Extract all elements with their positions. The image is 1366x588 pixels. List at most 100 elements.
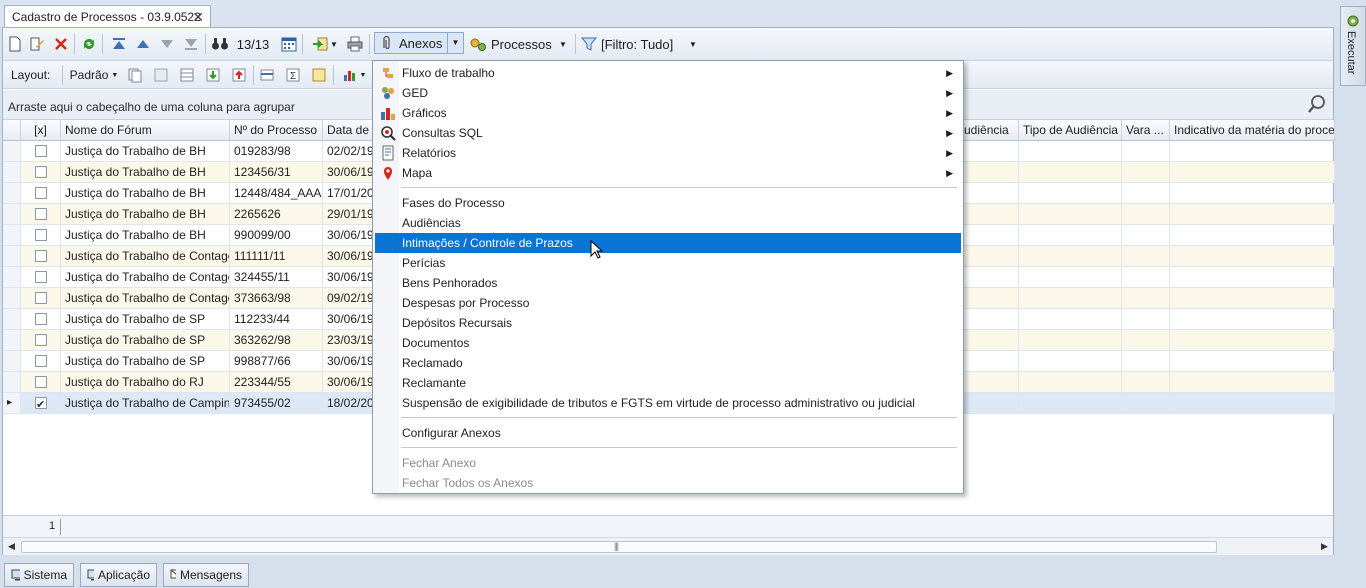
cell-empty[interactable] [1019,267,1122,288]
row-checkbox[interactable] [35,355,47,367]
menu-item[interactable]: Reclamante [375,373,961,393]
close-icon[interactable]: ✕ [192,9,204,26]
menu-item-ged[interactable]: GED ▶ [375,83,961,103]
cell-empty[interactable] [1170,141,1335,162]
menu-item[interactable]: Reclamado [375,353,961,373]
row-checkbox[interactable] [35,292,47,304]
cell-empty[interactable] [1170,372,1335,393]
processos-dropdown-caret-icon[interactable]: ▼ [559,40,567,49]
cell-empty[interactable] [960,393,1019,414]
row-indicator[interactable] [3,309,21,330]
cell-processo[interactable]: 373663/98 [230,288,323,309]
cell-empty[interactable] [1170,246,1335,267]
cell-empty[interactable] [1122,330,1170,351]
print-button[interactable] [345,33,365,55]
row-checkbox[interactable] [35,313,47,325]
cell-processo[interactable]: 363262/98 [230,330,323,351]
horizontal-scrollbar[interactable]: ◀ ||| ▶ [3,537,1333,555]
export-button[interactable]: ▼ [307,33,343,55]
new-button[interactable] [6,33,24,55]
menu-item[interactable]: Audiências [375,213,961,233]
cell-empty[interactable] [1170,267,1335,288]
row-indicator[interactable] [3,204,21,225]
cell-empty[interactable] [960,183,1019,204]
cell-processo[interactable]: 990099/00 [230,225,323,246]
grid-header-processo[interactable]: Nº do Processo [230,120,323,141]
cell-empty[interactable] [1122,246,1170,267]
cell-forum[interactable]: Justiça do Trabalho de Contagem [61,267,230,288]
grid-header-tipo-audiencia[interactable]: Tipo de Audiência [1019,120,1122,141]
grid-header-vara[interactable]: Vara ... [1122,120,1170,141]
cell-forum[interactable]: Justiça do Trabalho de Contagem [61,246,230,267]
cell-processo[interactable]: 123456/31 [230,162,323,183]
highlight-button[interactable] [309,64,329,86]
row-checkbox[interactable] [35,166,47,178]
previous-record-button[interactable] [133,33,153,55]
cell-empty[interactable] [1122,372,1170,393]
row-indicator[interactable] [3,183,21,204]
cell-empty[interactable] [1122,288,1170,309]
grid-header-audiencia[interactable]: udiência [960,120,1019,141]
cell-forum[interactable]: Justiça do Trabalho de SP [61,309,230,330]
delete-button[interactable] [51,33,71,55]
cell-empty[interactable] [1019,393,1122,414]
cell-forum[interactable]: Justiça do Trabalho do RJ [61,372,230,393]
cell-processo[interactable]: 111111/11 [230,246,323,267]
mensagens-task-button[interactable]: Mensagens [163,563,249,587]
cell-empty[interactable] [1170,162,1335,183]
layout-import-button[interactable] [203,64,223,86]
cell-empty[interactable] [960,267,1019,288]
chart-button[interactable]: ▼ [339,64,369,86]
column-chooser-button[interactable] [257,64,277,86]
cell-processo[interactable]: 2265626 [230,204,323,225]
cell-forum[interactable]: Justiça do Trabalho de BH [61,204,230,225]
cell-empty[interactable] [1019,351,1122,372]
cell-empty[interactable] [1122,225,1170,246]
cell-empty[interactable] [1170,393,1335,414]
cell-empty[interactable] [1019,162,1122,183]
cell-empty[interactable] [960,330,1019,351]
row-indicator[interactable] [3,372,21,393]
cell-processo[interactable]: 998877/66 [230,351,323,372]
filter-button[interactable]: [Filtro: Tudo] ▼ [581,33,701,55]
menu-item-fluxo[interactable]: Fluxo de trabalho ▶ [375,63,961,83]
cell-forum[interactable]: Justiça do Trabalho de Contagem [61,288,230,309]
menu-item[interactable]: Fases do Processo [375,193,961,213]
cell-empty[interactable] [1170,288,1335,309]
cell-empty[interactable] [1122,204,1170,225]
cell-empty[interactable] [1122,393,1170,414]
cell-empty[interactable] [1019,246,1122,267]
cell-processo[interactable]: 973455/02 [230,393,323,414]
edit-button[interactable] [27,33,47,55]
cell-processo[interactable]: 12448/484_AAA [230,183,323,204]
menu-item[interactable]: Suspensão de exigibilidade de tributos e… [375,393,961,413]
cell-empty[interactable] [1122,162,1170,183]
filter-dropdown-caret-icon[interactable]: ▼ [689,40,697,49]
summary-button[interactable]: Σ [283,64,303,86]
cell-forum[interactable]: Justiça do Trabalho de BH [61,225,230,246]
row-indicator[interactable] [3,330,21,351]
processos-menu-button[interactable]: Processos ▼ [469,33,573,55]
cell-empty[interactable] [1170,183,1335,204]
first-record-button[interactable] [109,33,129,55]
row-checkbox[interactable] [35,229,47,241]
next-record-button[interactable] [157,33,177,55]
cell-empty[interactable] [1122,141,1170,162]
cell-forum[interactable]: Justiça do Trabalho de SP [61,330,230,351]
scrollbar-thumb[interactable]: ||| [21,541,1217,553]
row-checkbox[interactable] [35,395,47,413]
menu-item[interactable]: Depósitos Recursais [375,313,961,333]
grid-header-select[interactable]: [x] [21,120,61,141]
cell-empty[interactable] [1122,351,1170,372]
cell-forum[interactable]: Justiça do Trabalho de BH [61,162,230,183]
executar-side-panel[interactable]: Executar [1340,6,1366,86]
aplicacao-task-button[interactable]: Aplicação [80,563,157,587]
cell-forum[interactable]: Justiça do Trabalho de BH [61,141,230,162]
cell-empty[interactable] [960,225,1019,246]
menu-item[interactable]: Intimações / Controle de Prazos [375,233,961,253]
scroll-right-icon[interactable]: ▶ [1321,541,1328,552]
grid-header-indicativo[interactable]: Indicativo da matéria do processo [1170,120,1335,141]
refresh-button[interactable] [79,33,99,55]
cell-forum[interactable]: Justiça do Trabalho de SP [61,351,230,372]
row-indicator[interactable] [3,225,21,246]
